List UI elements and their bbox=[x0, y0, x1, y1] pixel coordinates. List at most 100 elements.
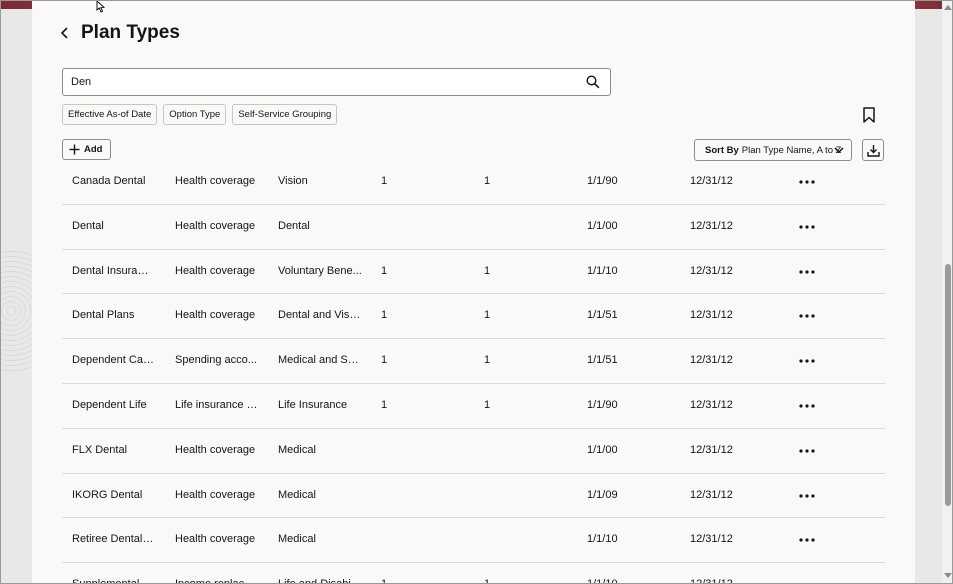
cell-end-date: 12/31/12 bbox=[690, 488, 733, 501]
row-actions-button[interactable] bbox=[797, 532, 817, 548]
sort-dropdown[interactable]: Sort By Plan Type Name, A to Z bbox=[694, 139, 852, 161]
more-horizontal-icon bbox=[799, 269, 815, 274]
cell-plan-name[interactable]: FLX Dental bbox=[72, 429, 154, 472]
table-row[interactable]: Dependent Car... Spending acco... Medical … bbox=[62, 339, 885, 384]
table-row[interactable]: FLX Dental Health coverage Medical 1/1/00 12… bbox=[62, 429, 885, 474]
cell-end-date: 12/31/12 bbox=[690, 264, 733, 277]
table-row[interactable]: Supplemental ... Income replace... Life an… bbox=[62, 563, 885, 583]
cell-col-4: 1 bbox=[381, 398, 388, 411]
cell-end-date: 12/31/12 bbox=[690, 219, 733, 232]
table-row[interactable]: Dental Insurance Health coverage Voluntary… bbox=[62, 250, 885, 295]
cell-col-5: 1 bbox=[484, 398, 491, 411]
cell-category: Health coverage bbox=[175, 264, 256, 277]
back-button[interactable] bbox=[55, 23, 75, 43]
add-button[interactable]: Add bbox=[62, 139, 111, 160]
cell-category: Health coverage bbox=[175, 443, 256, 456]
cell-end-date: 12/31/12 bbox=[690, 354, 733, 367]
table-row[interactable]: Canada Dental Health coverage Vision 1 1 1/1/… bbox=[62, 160, 885, 205]
cell-group: Life and Disability bbox=[278, 563, 362, 583]
cell-plan-name[interactable]: Dependent Car... bbox=[72, 339, 154, 382]
row-actions-button[interactable] bbox=[797, 577, 817, 583]
cell-group: Medical bbox=[278, 533, 316, 546]
scroll-up-arrow-icon[interactable] bbox=[944, 4, 952, 10]
cell-end-date: 12/31/12 bbox=[690, 309, 733, 322]
vertical-scrollbar[interactable] bbox=[942, 1, 952, 583]
row-actions-button[interactable] bbox=[797, 398, 817, 414]
cell-start-date: 1/1/00 bbox=[587, 443, 618, 456]
cell-end-date: 12/31/12 bbox=[690, 533, 733, 546]
cell-category: Health coverage bbox=[175, 533, 256, 546]
cell-category: Spending acco... bbox=[175, 354, 257, 367]
cell-category: Health coverage bbox=[175, 309, 256, 322]
more-horizontal-icon bbox=[799, 493, 815, 498]
cell-plan-name[interactable]: Dental Insurance bbox=[72, 250, 154, 293]
cell-category: Health coverage bbox=[175, 219, 256, 232]
cell-start-date: 1/1/00 bbox=[587, 219, 618, 232]
row-actions-button[interactable] bbox=[797, 308, 817, 324]
more-horizontal-icon bbox=[799, 449, 815, 453]
cell-start-date: 1/1/90 bbox=[587, 398, 618, 411]
row-actions-button[interactable] bbox=[797, 488, 817, 504]
background-texture bbox=[1, 251, 32, 371]
cell-group: Voluntary Bene... bbox=[278, 264, 362, 277]
cell-group: Dental bbox=[278, 219, 310, 232]
cell-group: Medical bbox=[278, 443, 316, 456]
cell-plan-name[interactable]: Supplemental ... bbox=[72, 563, 154, 583]
cell-col-4: 1 bbox=[381, 563, 411, 583]
scrollbar-thumb[interactable] bbox=[945, 264, 951, 506]
search-field[interactable] bbox=[62, 68, 611, 96]
cell-start-date: 1/1/10 bbox=[587, 533, 618, 546]
more-horizontal-icon bbox=[799, 180, 815, 184]
sort-value: Plan Type Name, A to Z bbox=[741, 144, 842, 156]
table-row[interactable]: IKORG Dental Health coverage Medical 1/1/09… bbox=[62, 474, 885, 519]
cell-category: Income replace... bbox=[175, 563, 259, 583]
filter-chip-effective-date[interactable]: Effective As-of Date bbox=[62, 104, 158, 125]
sort-prefix: Sort By bbox=[705, 144, 739, 156]
cell-plan-name[interactable]: Retiree Dental ... bbox=[72, 518, 154, 561]
row-actions-button[interactable] bbox=[797, 174, 817, 190]
cell-end-date: 12/31/12 bbox=[690, 398, 733, 411]
cell-plan-name[interactable]: Dental Plans bbox=[72, 294, 154, 337]
cell-group: Vision bbox=[278, 175, 308, 187]
mouse-cursor-icon bbox=[96, 1, 106, 13]
cell-plan-name[interactable]: Dependent Life bbox=[72, 384, 154, 427]
cell-col-5: 1 bbox=[484, 563, 514, 583]
add-button-label: Add bbox=[84, 144, 103, 155]
table-row[interactable]: Dental Plans Health coverage Dental and Vi… bbox=[62, 294, 885, 340]
cell-col-5: 1 bbox=[484, 309, 491, 322]
cell-plan-name[interactable]: Dental bbox=[72, 205, 154, 248]
cell-col-4: 1 bbox=[381, 175, 388, 187]
download-button[interactable] bbox=[862, 139, 884, 161]
row-actions-button[interactable] bbox=[797, 353, 817, 369]
search-input[interactable] bbox=[71, 73, 571, 91]
table-row[interactable]: Retiree Dental ... Health coverage Medical… bbox=[62, 518, 885, 564]
cell-start-date: 1/1/10 bbox=[587, 563, 647, 583]
filter-chip-self-service-grouping[interactable]: Self-Service Grouping bbox=[232, 104, 338, 125]
cell-start-date: 1/1/51 bbox=[587, 309, 618, 322]
cell-col-4: 1 bbox=[381, 309, 388, 322]
cell-plan-name[interactable]: Canada Dental bbox=[72, 160, 154, 203]
cell-end-date: 12/31/12 bbox=[690, 563, 750, 583]
filter-chip-option-type[interactable]: Option Type bbox=[163, 104, 227, 125]
cell-start-date: 1/1/51 bbox=[587, 354, 618, 367]
search-icon[interactable] bbox=[586, 75, 600, 89]
cell-col-4: 1 bbox=[381, 354, 388, 367]
row-actions-button[interactable] bbox=[797, 264, 817, 280]
table-row[interactable]: Dental Health coverage Dental 1/1/00 12/31/1… bbox=[62, 205, 885, 250]
plan-types-table: Canada Dental Health coverage Vision 1 1 1/1/… bbox=[62, 160, 885, 583]
plus-icon bbox=[69, 144, 80, 155]
row-actions-button[interactable] bbox=[797, 219, 817, 235]
more-horizontal-icon bbox=[799, 314, 815, 318]
cell-group: Medical and Sp... bbox=[278, 354, 362, 367]
scroll-down-arrow-icon[interactable] bbox=[944, 573, 952, 579]
row-actions-button[interactable] bbox=[797, 443, 817, 459]
table-row[interactable]: Dependent Life Life insurance c... Life In… bbox=[62, 384, 885, 429]
cell-start-date: 1/1/10 bbox=[587, 264, 618, 277]
page-title: Plan Types bbox=[81, 22, 180, 43]
cell-col-5: 1 bbox=[484, 354, 491, 367]
cell-start-date: 1/1/90 bbox=[587, 175, 618, 187]
bookmark-icon[interactable] bbox=[862, 107, 876, 123]
cell-plan-name[interactable]: IKORG Dental bbox=[72, 474, 154, 517]
chevron-down-icon bbox=[834, 147, 844, 154]
cell-category: Life insurance c... bbox=[175, 398, 259, 411]
